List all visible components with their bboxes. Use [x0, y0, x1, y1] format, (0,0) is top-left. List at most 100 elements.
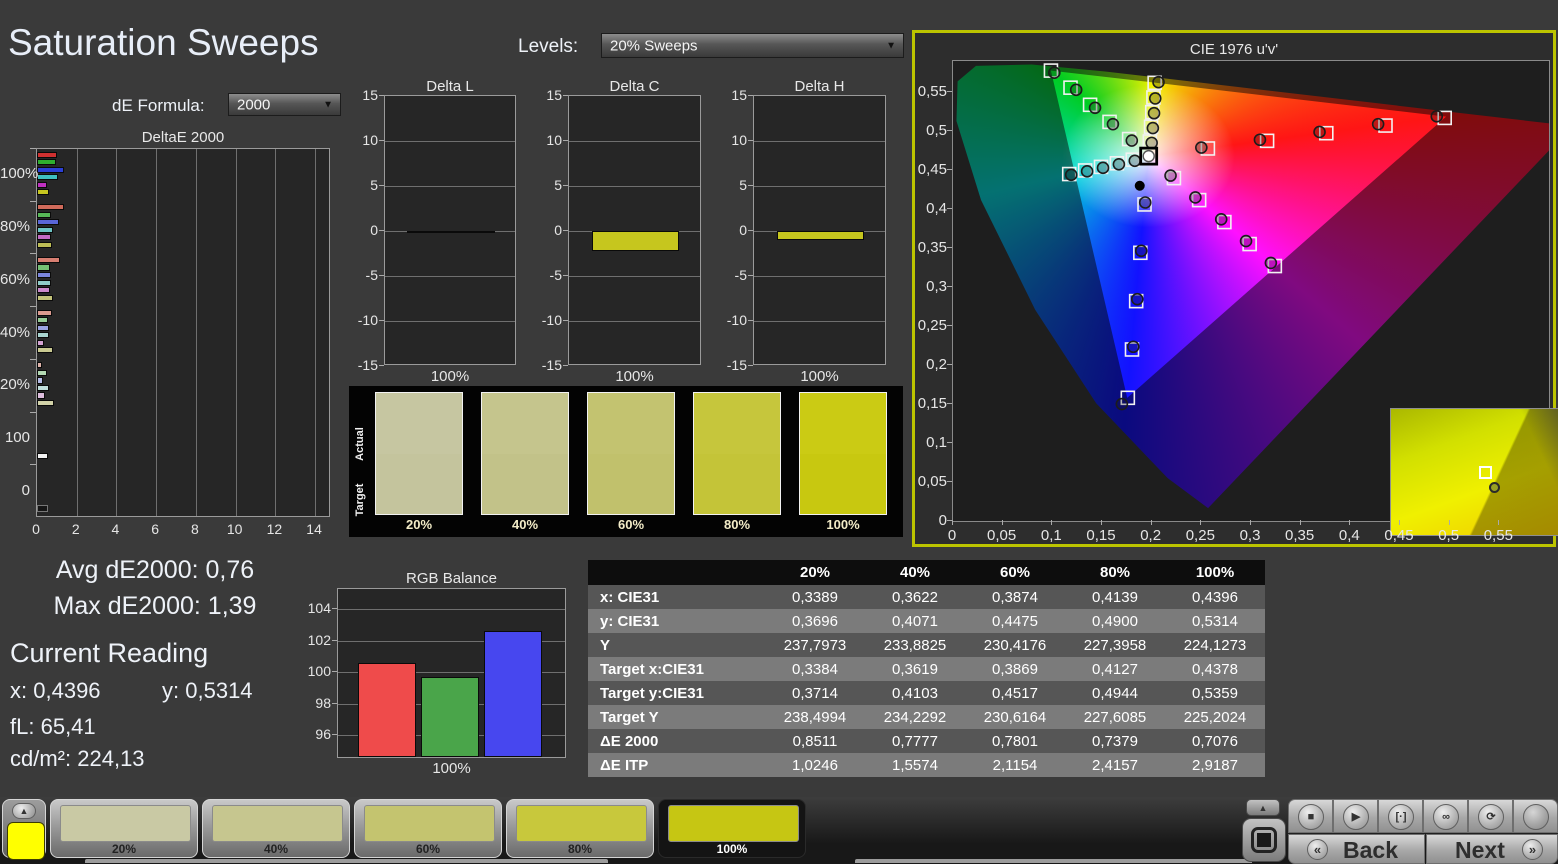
- refresh-button[interactable]: ⟳: [1468, 799, 1513, 833]
- cie-x-tick-label: 0,55: [1478, 527, 1518, 544]
- deltae-bar: [37, 340, 44, 346]
- blank-button[interactable]: [1513, 799, 1558, 833]
- y-tick-label: 15: [717, 87, 747, 103]
- axis-tick: [1250, 520, 1251, 525]
- table-row-label: ΔE 2000: [588, 729, 765, 753]
- swatch-label: 80%: [693, 517, 781, 532]
- cie-measured-magenta: [1216, 214, 1227, 225]
- gridline: [196, 149, 197, 516]
- y-tick-label: -15: [348, 357, 378, 373]
- pattern-button-60%[interactable]: 60%: [354, 799, 502, 858]
- stop-pattern-button[interactable]: [1242, 818, 1286, 862]
- x-tick-label: 0: [24, 521, 48, 537]
- rgb-balance-chart: [337, 588, 566, 758]
- axis-tick: [947, 208, 952, 209]
- pattern-window-button[interactable]: [·]: [1378, 799, 1423, 833]
- next-button[interactable]: Next »: [1426, 834, 1558, 864]
- cie-measured-magenta: [1265, 257, 1276, 268]
- gridline: [569, 186, 700, 187]
- pattern-button-40%[interactable]: 40%: [202, 799, 350, 858]
- y-tick-label: -5: [532, 267, 562, 283]
- cie-chart: [952, 60, 1550, 522]
- cie-x-tick-label: 0,35: [1280, 527, 1320, 544]
- levels-dropdown[interactable]: 20% Sweeps ▼: [601, 33, 904, 58]
- cie-measured-yellow: [1149, 108, 1160, 119]
- stop-button[interactable]: ■: [1288, 799, 1333, 833]
- gridline: [156, 149, 157, 516]
- x-tick-label: 14: [302, 521, 326, 537]
- y-tick-label: 15: [348, 87, 378, 103]
- active-pattern-swatch[interactable]: [7, 822, 45, 860]
- swatch-target: [694, 454, 780, 515]
- table-cell: 0,3622: [865, 585, 965, 609]
- swatch-target: [800, 454, 886, 515]
- pattern-button-20%[interactable]: 20%: [50, 799, 198, 858]
- table-header-row: 20%40%60%80%100%: [588, 560, 1265, 585]
- deltae-bar: [37, 227, 53, 233]
- cie-measured-magenta: [1165, 170, 1176, 181]
- table-row: x: CIE310,33890,36220,38740,41390,4396: [588, 585, 1265, 609]
- chevron-down-icon: ▼: [886, 40, 896, 51]
- table-cell: 224,1273: [1165, 633, 1265, 657]
- delta-bar: [407, 231, 494, 233]
- axis-tick: [748, 320, 753, 321]
- group-label: 20%: [0, 376, 30, 393]
- play-icon: ▶: [1343, 804, 1369, 830]
- axis-tick: [1349, 520, 1350, 525]
- rgb-bar-blue: [484, 631, 542, 757]
- table-row-label: Target x:CIE31: [588, 657, 765, 681]
- max-de2000: Max dE2000: 1,39: [20, 592, 290, 621]
- delta-h-xlabel: 100%: [753, 368, 886, 385]
- cie-measured-blue: [1128, 341, 1139, 352]
- pattern-button-100%[interactable]: 100%: [658, 799, 806, 858]
- swatch-actual: [376, 393, 462, 454]
- axis-tick: [952, 520, 953, 525]
- table-column-header: 20%: [765, 560, 865, 585]
- table-row: Target y:CIE310,37140,41030,45170,49440,…: [588, 681, 1265, 705]
- deltae-bar: [37, 159, 56, 165]
- cie-y-tick-label: 0,45: [915, 161, 947, 178]
- de-formula-dropdown[interactable]: 2000 ▼: [228, 93, 341, 116]
- axis-tick: [748, 140, 753, 141]
- table-cell: 0,4517: [965, 681, 1065, 705]
- cie-y-tick-label: 0,5: [915, 122, 947, 139]
- saturation-sweeps-page: Saturation Sweeps Levels: 20% Sweeps ▼ d…: [0, 0, 1558, 864]
- y-tick-label: 10: [348, 132, 378, 148]
- pattern-button-80%[interactable]: 80%: [506, 799, 654, 858]
- pattern-toolbar: ▲ 20%40% 60% 80%100% ▲ ■ ▶ [·]∞⟳ « Back Next…: [0, 797, 1558, 864]
- gridline: [385, 141, 515, 142]
- axis-tick: [563, 275, 568, 276]
- stop-square-icon: [1251, 827, 1277, 853]
- pattern-label: 60%: [355, 842, 501, 856]
- cie-measured-cyan: [1097, 162, 1108, 173]
- swatch-label: 20%: [375, 517, 463, 532]
- swatch-target: [588, 454, 674, 515]
- scroll-up-button[interactable]: ▲: [1246, 799, 1280, 816]
- cie-x-tick-label: 0,2: [1131, 527, 1171, 544]
- cie-measured-cyan: [1082, 166, 1093, 177]
- play-button[interactable]: ▶: [1333, 799, 1378, 833]
- cie-measured-red: [1373, 119, 1384, 130]
- table-cell: 0,7379: [1065, 729, 1165, 753]
- axis-tick: [947, 130, 952, 131]
- avg-de2000-value: 0,76: [206, 556, 255, 584]
- deltae-chart: [36, 148, 330, 517]
- actual-row-label: Actual: [354, 421, 366, 467]
- table-column-header: 100%: [1165, 560, 1265, 585]
- cie-measured-green: [1071, 84, 1082, 95]
- table-cell: 237,7973: [765, 633, 865, 657]
- max-de2000-label: Max dE2000:: [54, 592, 201, 620]
- table-cell: 230,6164: [965, 705, 1065, 729]
- cie-reference-dot: [1135, 181, 1145, 191]
- swatch-80%: [693, 392, 781, 515]
- table-cell: 2,9187: [1165, 753, 1265, 777]
- next-button-label: Next: [1455, 837, 1505, 864]
- y-tick-label: -5: [717, 267, 747, 283]
- axis-tick: [563, 140, 568, 141]
- loop-infinite-button[interactable]: ∞: [1423, 799, 1468, 833]
- cie-measured-yellow: [1146, 137, 1157, 148]
- scroll-up-button[interactable]: ▲: [12, 803, 36, 819]
- swatch-100%: [799, 392, 887, 515]
- back-button[interactable]: « Back: [1288, 834, 1425, 864]
- table-cell: 0,7801: [965, 729, 1065, 753]
